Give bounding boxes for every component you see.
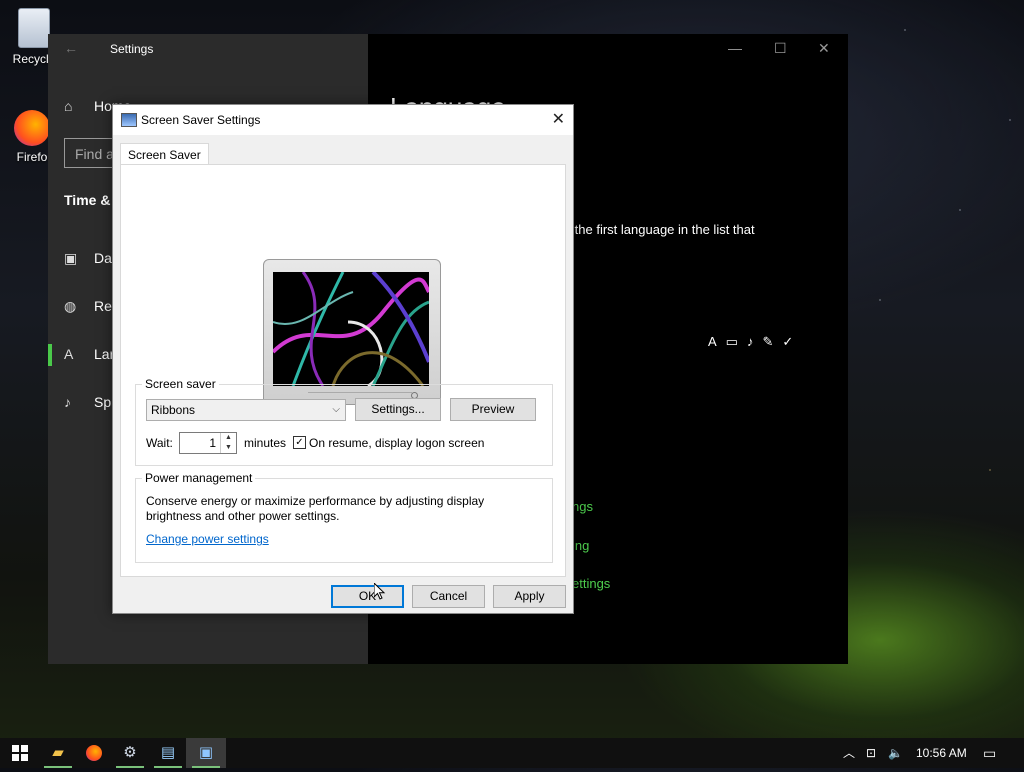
screen-saver-settings-button[interactable]: Settings... [355, 398, 441, 421]
ribbons-preview-screen [273, 272, 429, 386]
start-button[interactable] [0, 738, 40, 768]
group-label: Power management [142, 471, 256, 485]
desktop-icon-label: Firefo [16, 150, 48, 164]
taskbar-file-explorer[interactable]: ▰ [38, 738, 78, 768]
taskbar-screen-saver[interactable]: ▣ [186, 738, 226, 768]
related-link-3[interactable]: ettings [572, 576, 610, 591]
screen-saver-select[interactable]: Ribbons ⌵ [146, 399, 346, 421]
wait-minutes-spinner[interactable]: 1 ▲ ▼ [179, 432, 237, 454]
related-link-2[interactable]: ing [572, 538, 589, 553]
wait-label: Wait: [146, 436, 173, 450]
taskbar-notepad[interactable]: ▤ [148, 738, 188, 768]
handwriting-icon: ✎ [762, 334, 783, 349]
nav-item-label: Da [94, 250, 112, 266]
nav-section-title: Time & [64, 192, 111, 208]
group-label: Screen saver [142, 377, 219, 391]
close-button[interactable]: ✕ [818, 40, 830, 57]
language-icon: A [64, 346, 74, 362]
language-description: r in the first language in the list that [553, 222, 755, 237]
settings-titlebar: ← Settings [48, 34, 368, 66]
taskbar-firefox[interactable] [74, 738, 114, 768]
microphone-icon: ♪ [746, 334, 763, 349]
back-arrow-icon[interactable]: ← [64, 40, 78, 56]
spinner-arrows-icon[interactable]: ▲ ▼ [220, 433, 236, 453]
windows-logo-icon [12, 745, 28, 761]
resume-logon-checkbox[interactable]: ✓ [293, 436, 306, 449]
spellcheck-icon: ✓ [782, 334, 803, 349]
taskbar: ▰ ⚙ ▤ ▣ ︿ ⊡ 🔈 10:56 AM ▭ [0, 738, 1024, 768]
cancel-button[interactable]: Cancel [412, 585, 485, 608]
nav-item-label: Re [94, 298, 112, 314]
mouse-cursor-icon [374, 583, 386, 600]
ribbons-preview-image [273, 272, 429, 386]
globe-icon: ◍ [64, 298, 77, 314]
minimize-button[interactable]: — [728, 40, 742, 56]
recycle-bin-icon [18, 8, 50, 48]
power-description: Conserve energy or maximize performance … [146, 494, 484, 524]
tab-panel: Screen saver Ribbons ⌵ Settings... Previ… [120, 164, 566, 577]
nav-item-language[interactable]: A Lar [64, 346, 114, 362]
resume-logon-label: On resume, display logon screen [309, 436, 485, 450]
nav-item-speech[interactable]: ♪ Sp [64, 394, 111, 410]
chevron-down-icon: ⌵ [332, 404, 340, 415]
show-hidden-icons-chevron-up-icon[interactable]: ︿ [843, 738, 855, 768]
screen-saver-dialog: Screen Saver Settings ✕ Screen Saver Scr… [112, 104, 574, 614]
display-language-icon: A [708, 334, 726, 349]
power-description-line: brightness and other power settings. [146, 509, 340, 523]
ok-button[interactable]: OK [331, 585, 404, 608]
nav-item-date-time[interactable]: ▣ Da [64, 250, 112, 267]
taskbar-settings[interactable]: ⚙ [110, 738, 150, 768]
wait-value: 1 [209, 436, 216, 450]
network-icon[interactable]: ⊡ [866, 738, 876, 768]
gear-icon: ⚙ [123, 744, 137, 761]
change-power-settings-link[interactable]: Change power settings [146, 532, 269, 546]
dialog-titlebar: Screen Saver Settings ✕ [113, 105, 573, 135]
clock[interactable]: 10:56 AM [916, 738, 967, 768]
screen-saver-group: Screen saver Ribbons ⌵ Settings... Previ… [135, 377, 553, 466]
action-center-icon[interactable]: ▭ [983, 738, 996, 768]
minutes-label: minutes [244, 436, 287, 450]
settings-title: Settings [110, 42, 154, 56]
document-icon: ▤ [160, 744, 176, 761]
apply-button[interactable]: Apply [493, 585, 566, 608]
firefox-icon [14, 110, 50, 146]
volume-muted-icon[interactable]: 🔈 [888, 738, 903, 768]
speech-icon: ▭ [725, 334, 747, 349]
power-description-line: Conserve energy or maximize performance … [146, 494, 485, 508]
nav-item-region[interactable]: ◍ Re [64, 298, 112, 315]
language-feature-icons: A▭♪✎✓ [708, 334, 802, 350]
firefox-icon [86, 745, 102, 762]
home-icon: ⌂ [64, 98, 73, 114]
nav-item-label: Sp [94, 394, 112, 410]
close-icon[interactable]: ✕ [552, 109, 565, 129]
tab-screen-saver[interactable]: Screen Saver [120, 143, 209, 166]
folder-icon: ▰ [52, 744, 64, 761]
preview-button[interactable]: Preview [450, 398, 536, 421]
screen-saver-icon [121, 113, 137, 127]
selected-indicator [48, 344, 52, 366]
dialog-title: Screen Saver Settings [141, 113, 261, 127]
power-management-group: Power management Conserve energy or maxi… [135, 471, 553, 563]
microphone-icon: ♪ [64, 394, 71, 410]
monitor-icon: ▣ [198, 744, 214, 761]
related-link-1[interactable]: ngs [572, 499, 593, 514]
calendar-clock-icon: ▣ [64, 250, 78, 266]
maximize-button[interactable]: ☐ [774, 40, 787, 57]
screen-saver-selected: Ribbons [151, 403, 196, 417]
